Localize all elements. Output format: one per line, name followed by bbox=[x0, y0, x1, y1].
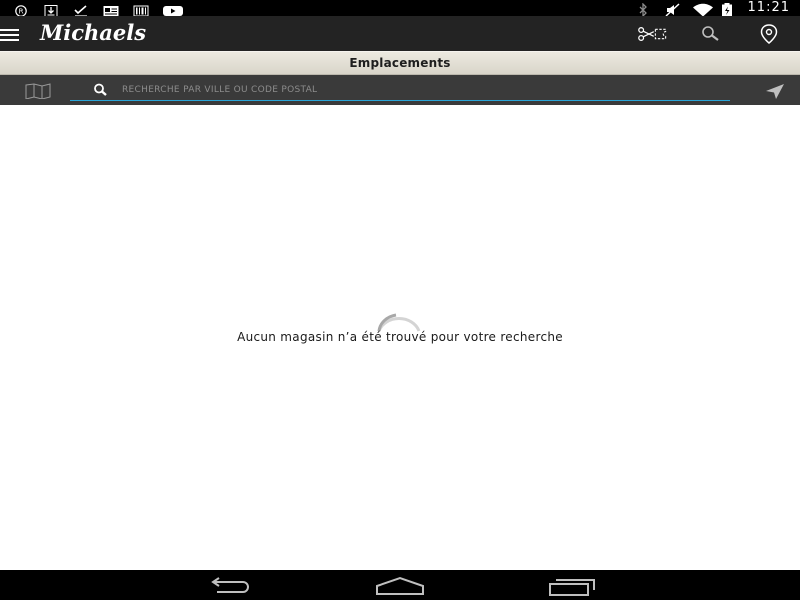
recents-button[interactable] bbox=[548, 576, 598, 596]
search-field-icon bbox=[92, 82, 110, 98]
wifi-icon bbox=[692, 2, 713, 17]
hamburger-icon bbox=[0, 29, 19, 41]
battery-icon bbox=[720, 2, 738, 17]
search-bar bbox=[0, 75, 800, 105]
check-icon bbox=[72, 2, 90, 17]
app-bar: Michaels bbox=[0, 16, 800, 51]
barcode-icon bbox=[132, 2, 150, 17]
mute-icon bbox=[664, 2, 682, 17]
search-input[interactable] bbox=[122, 81, 712, 99]
status-notifications: R bbox=[12, 2, 183, 17]
map-view-button[interactable] bbox=[24, 83, 54, 100]
title-bar: Emplacements bbox=[0, 51, 800, 75]
youtube-icon bbox=[162, 2, 183, 16]
news-icon bbox=[102, 2, 120, 16]
coupons-button[interactable] bbox=[638, 22, 668, 46]
page-title: Emplacements bbox=[349, 56, 451, 70]
recents-icon bbox=[549, 579, 595, 596]
store-location-icon bbox=[760, 24, 778, 44]
status-system: 11:21 bbox=[636, 0, 790, 18]
results-area: Aucun magasin n’a été trouvé pour votre … bbox=[0, 105, 800, 570]
home-button[interactable] bbox=[375, 576, 425, 596]
bluetooth-icon bbox=[636, 2, 654, 18]
coupon-scissors-icon bbox=[638, 27, 667, 41]
status-time: 11:21 bbox=[747, 0, 790, 15]
registered-icon: R bbox=[12, 2, 30, 17]
search-button[interactable] bbox=[696, 22, 726, 46]
system-nav-bar bbox=[0, 570, 800, 600]
home-icon bbox=[376, 576, 424, 595]
map-icon bbox=[25, 83, 51, 100]
menu-button[interactable] bbox=[0, 24, 22, 44]
back-icon bbox=[211, 577, 249, 593]
navigation-arrow-icon bbox=[766, 84, 784, 99]
download-icon bbox=[42, 2, 60, 17]
search-icon bbox=[702, 26, 719, 41]
back-button[interactable] bbox=[205, 576, 255, 596]
current-location-button[interactable] bbox=[764, 82, 786, 100]
empty-results-message: Aucun magasin n’a été trouvé pour votre … bbox=[237, 330, 563, 344]
status-bar: R 11:21 bbox=[0, 0, 800, 18]
app-bar-actions bbox=[638, 22, 784, 46]
svg-text:R: R bbox=[19, 8, 24, 16]
michaels-logo[interactable]: Michaels bbox=[40, 19, 146, 47]
store-locator-button[interactable] bbox=[754, 22, 784, 46]
search-field bbox=[70, 79, 730, 101]
